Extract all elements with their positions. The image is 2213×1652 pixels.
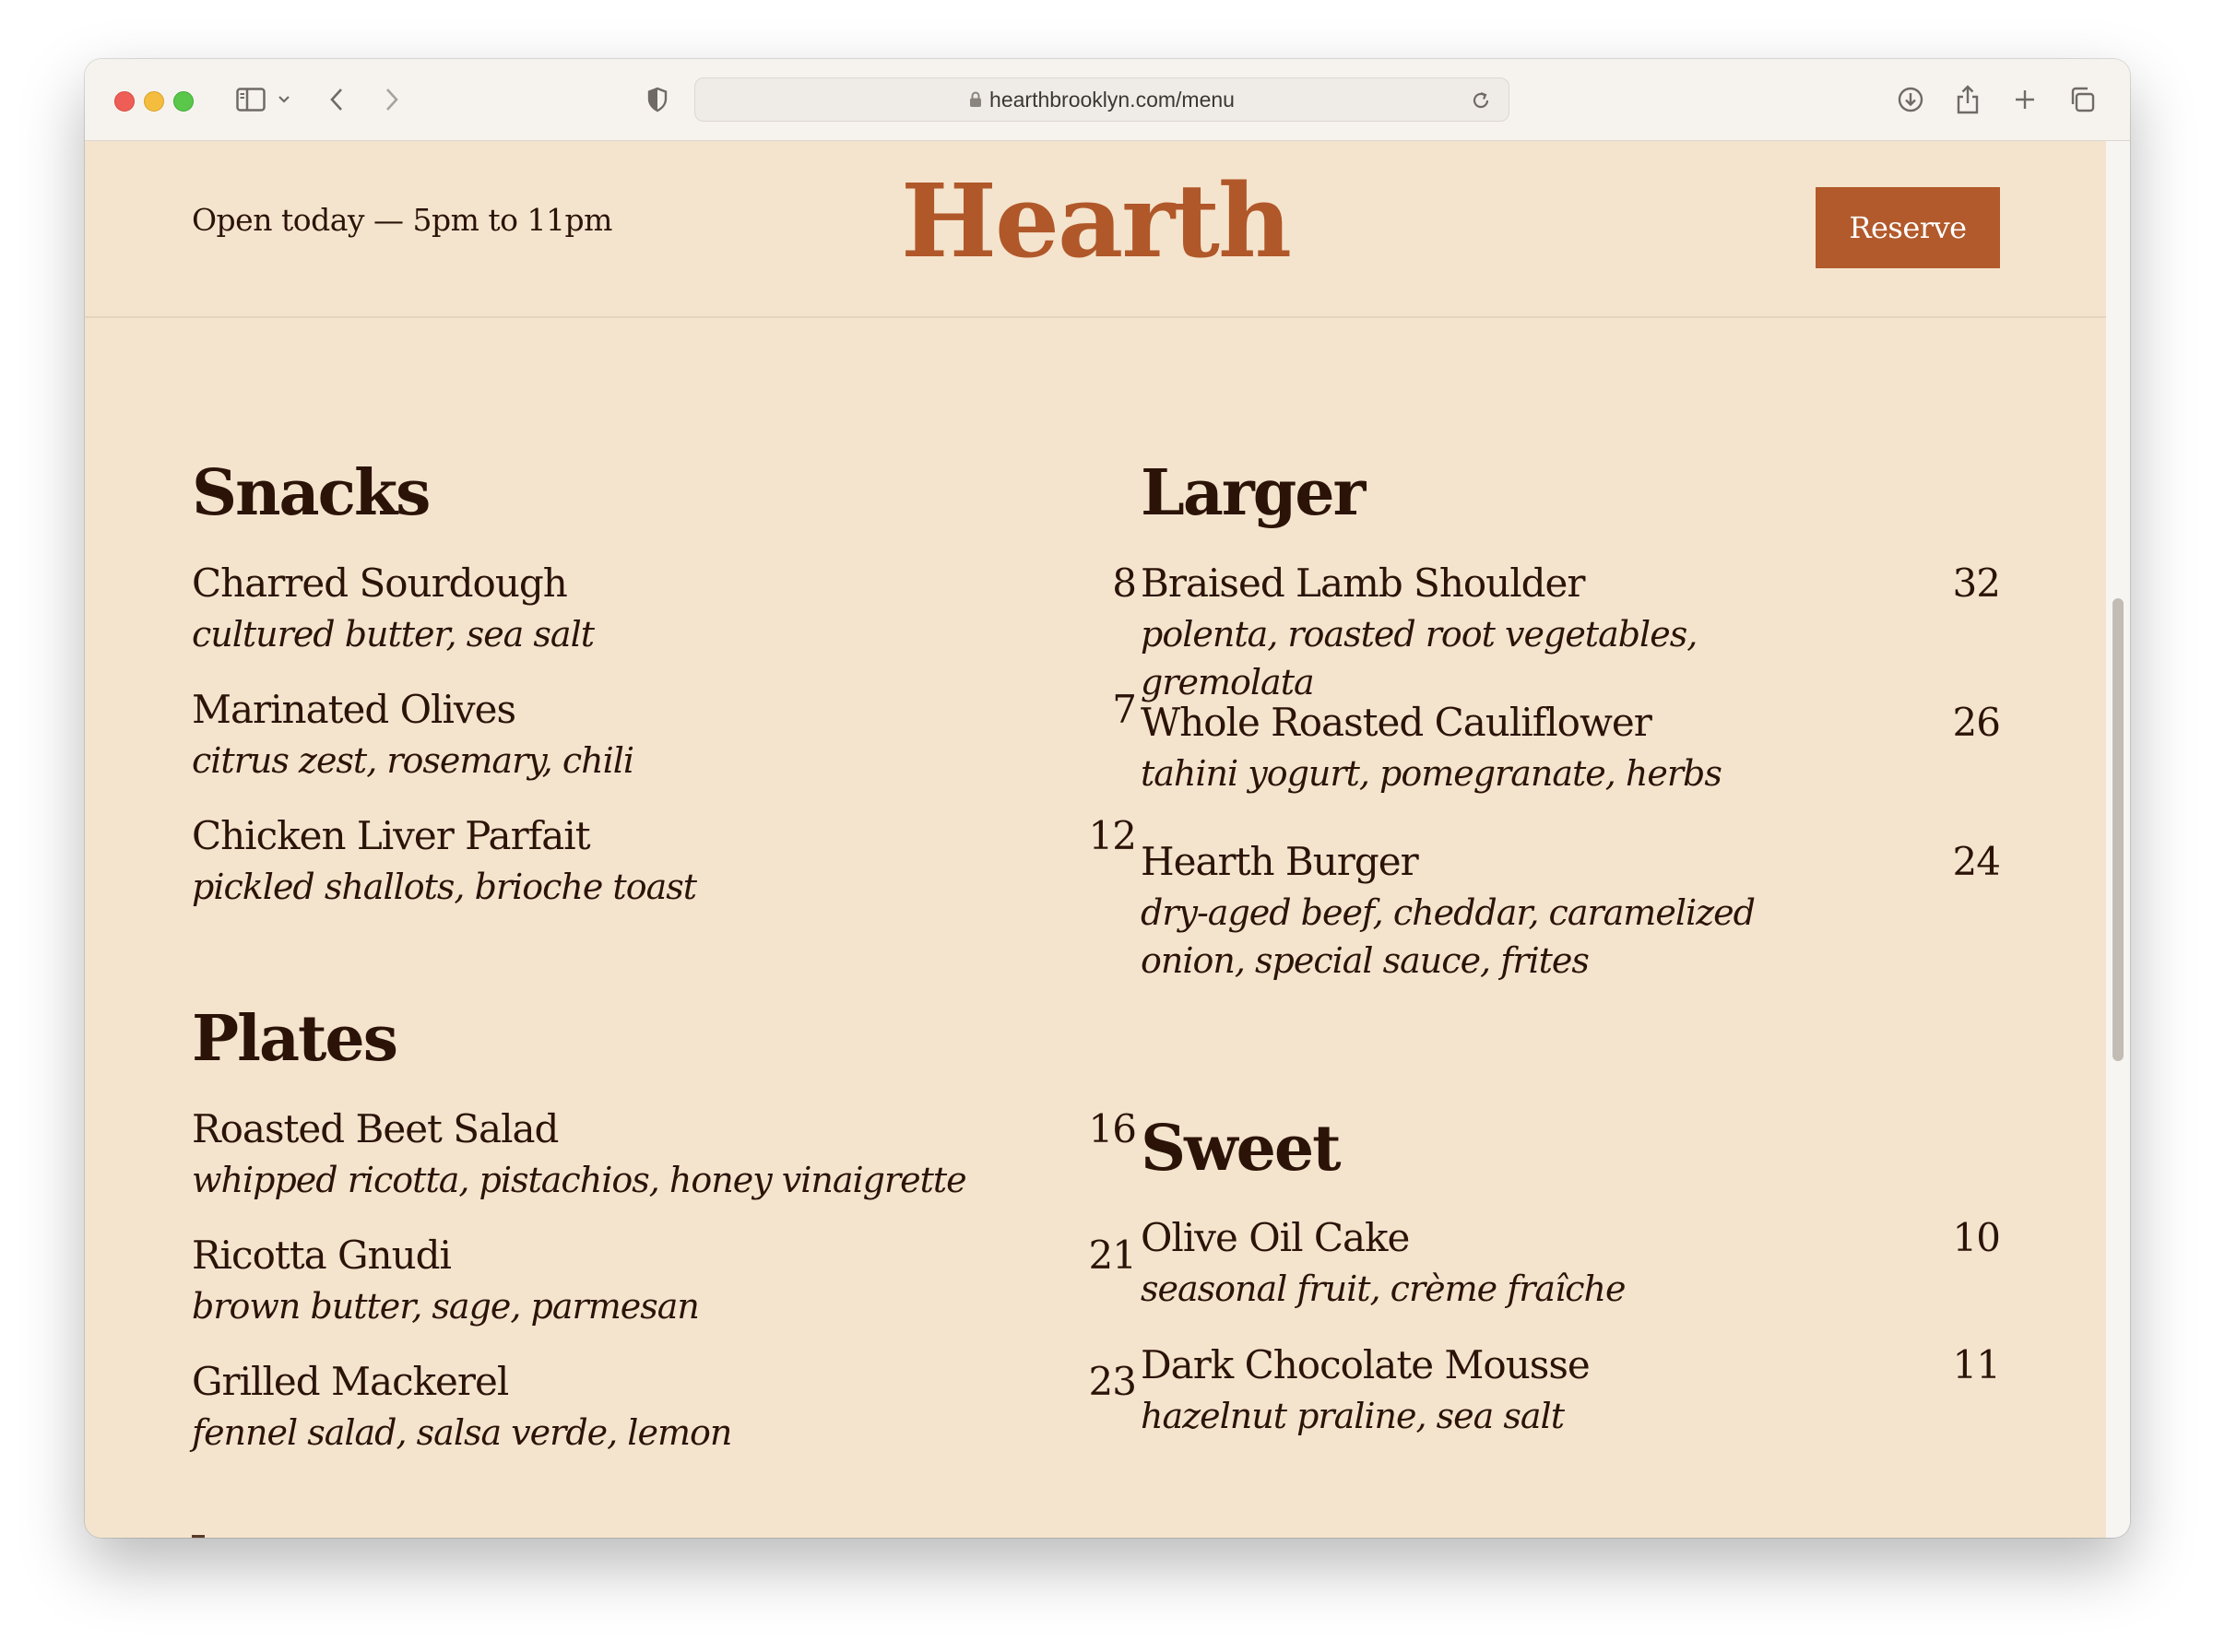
item-description: polenta, roasted root vegetables, gremol… bbox=[1141, 614, 1698, 702]
section-title-larger: Larger bbox=[1141, 456, 1366, 530]
forward-icon[interactable] bbox=[378, 83, 406, 116]
zoom-window-button[interactable] bbox=[173, 91, 194, 112]
menu-page: Open today — 5pm to 11pm Hearth Reserve … bbox=[85, 141, 2106, 1538]
item-description: whipped ricotta, pistachios, honey vinai… bbox=[192, 1160, 967, 1200]
url-text: hearthbrooklyn.com/menu bbox=[989, 87, 1235, 112]
item-price: 21 bbox=[1088, 1233, 1137, 1278]
item-description: fennel salad, salsa verde, lemon bbox=[192, 1412, 732, 1453]
browser-window: hearthbrooklyn.com/menu Open today — 5pm… bbox=[85, 59, 2130, 1538]
item-price: 11 bbox=[1952, 1342, 2001, 1387]
item-description: hazelnut praline, sea salt bbox=[1141, 1396, 1565, 1436]
item-name: Dark Chocolate Mousse bbox=[1141, 1342, 1591, 1387]
item-price: 12 bbox=[1088, 813, 1137, 858]
site-header: Open today — 5pm to 11pm Hearth Reserve bbox=[85, 141, 2106, 318]
item-price: 23 bbox=[1088, 1359, 1137, 1404]
section-title-plates: Plates bbox=[192, 1002, 398, 1076]
new-tab-icon[interactable] bbox=[2008, 83, 2041, 116]
shield-icon[interactable] bbox=[644, 83, 671, 116]
item-name: Roasted Beet Salad bbox=[192, 1106, 559, 1151]
item-description: dry-aged beef, cheddar, caramelized onio… bbox=[1141, 892, 1756, 981]
download-icon[interactable] bbox=[1894, 83, 1927, 116]
item-name: Marinated Olives bbox=[192, 687, 516, 732]
item-name: Whole Roasted Cauliflower bbox=[1141, 700, 1652, 745]
section-title-sweet: Sweet bbox=[1141, 1112, 1342, 1186]
item-price: 7 bbox=[1112, 687, 1137, 732]
item-name: Charred Sourdough bbox=[192, 560, 568, 606]
next-section-peek bbox=[192, 1535, 205, 1538]
item-name: Olive Oil Cake bbox=[1141, 1215, 1410, 1260]
item-description: tahini yogurt, pomegranate, herbs bbox=[1141, 753, 1722, 794]
item-price: 32 bbox=[1952, 560, 2001, 606]
item-name: Grilled Mackerel bbox=[192, 1359, 509, 1404]
scrollbar-thumb[interactable] bbox=[2112, 598, 2124, 1061]
item-description: citrus zest, rosemary, chili bbox=[192, 740, 634, 781]
tab-overview-icon[interactable] bbox=[2065, 83, 2099, 116]
item-price: 10 bbox=[1952, 1215, 2001, 1260]
site-logo[interactable]: Hearth bbox=[85, 161, 2106, 280]
item-description: seasonal fruit, crème fraîche bbox=[1141, 1268, 1627, 1309]
reload-icon[interactable] bbox=[1470, 89, 1492, 115]
minimize-window-button[interactable] bbox=[144, 91, 164, 112]
item-description: pickled shallots, brioche toast bbox=[192, 867, 697, 907]
chevron-down-icon[interactable] bbox=[275, 83, 293, 116]
share-icon[interactable] bbox=[1951, 83, 1984, 116]
section-title-snacks: Snacks bbox=[192, 456, 431, 530]
item-description: cultured butter, sea salt bbox=[192, 614, 595, 655]
lock-icon bbox=[969, 91, 982, 108]
item-name: Chicken Liver Parfait bbox=[192, 813, 591, 858]
back-icon[interactable] bbox=[323, 83, 350, 116]
page-scrollbar[interactable] bbox=[2106, 141, 2130, 1538]
item-price: 8 bbox=[1112, 560, 1137, 606]
item-price: 16 bbox=[1088, 1106, 1137, 1151]
item-name: Ricotta Gnudi bbox=[192, 1233, 452, 1278]
reserve-button[interactable]: Reserve bbox=[1816, 187, 2000, 268]
browser-toolbar: hearthbrooklyn.com/menu bbox=[85, 59, 2130, 141]
item-name: Hearth Burger bbox=[1141, 839, 1419, 884]
item-name: Braised Lamb Shoulder bbox=[1141, 560, 1585, 606]
close-window-button[interactable] bbox=[114, 91, 135, 112]
item-price: 24 bbox=[1952, 839, 2001, 884]
sidebar-toggle-icon[interactable] bbox=[234, 83, 267, 116]
address-bar[interactable]: hearthbrooklyn.com/menu bbox=[694, 77, 1509, 122]
item-description: brown butter, sage, parmesan bbox=[192, 1286, 700, 1327]
item-price: 26 bbox=[1952, 700, 2001, 745]
